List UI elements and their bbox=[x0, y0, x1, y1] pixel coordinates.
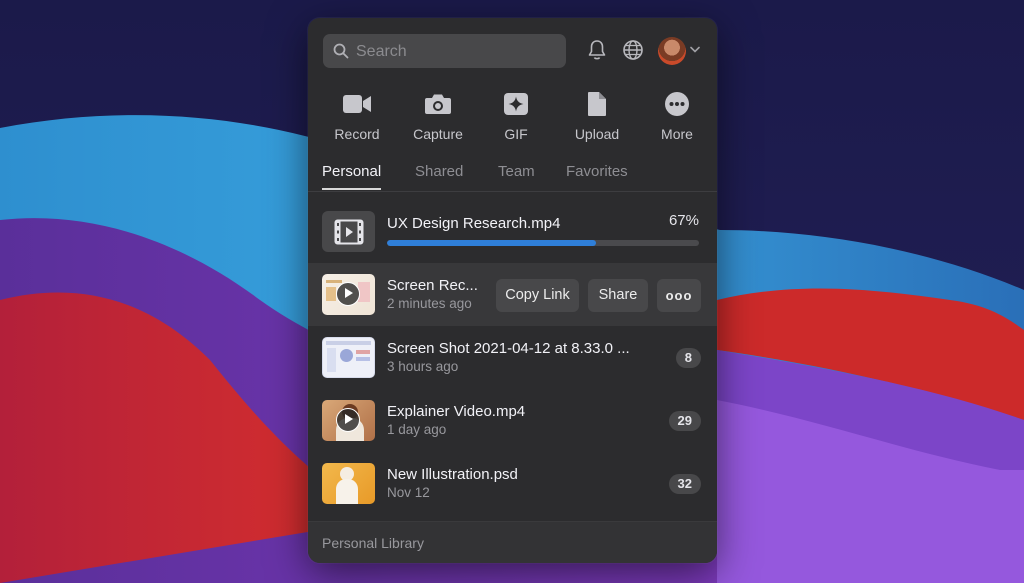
tab-bar: Personal Shared Team Favorites bbox=[308, 163, 717, 192]
search-icon bbox=[333, 43, 349, 59]
item-thumbnail bbox=[322, 274, 375, 315]
more-button[interactable]: More bbox=[637, 90, 717, 142]
film-icon bbox=[334, 219, 363, 244]
item-title: New Illustration.psd bbox=[387, 466, 518, 483]
upload-button[interactable]: Upload bbox=[557, 90, 637, 142]
item-title: Screen Rec... bbox=[387, 277, 478, 294]
search-input[interactable] bbox=[354, 34, 563, 70]
item-more-button[interactable]: ooo bbox=[657, 279, 701, 312]
avatar[interactable] bbox=[658, 37, 686, 65]
tab-personal[interactable]: Personal bbox=[322, 163, 382, 190]
search-box[interactable] bbox=[323, 34, 566, 70]
item-thumbnail bbox=[322, 463, 375, 504]
app-panel: Record Capture GIF bbox=[308, 18, 717, 563]
action-label: Record bbox=[334, 126, 380, 142]
action-bar: Record Capture GIF Upload More bbox=[308, 90, 717, 142]
item-title: Explainer Video.mp4 bbox=[387, 403, 526, 420]
tab-favorites[interactable]: Favorites bbox=[566, 163, 628, 180]
copy-link-button[interactable]: Copy Link bbox=[496, 279, 579, 312]
item-subtitle: 1 day ago bbox=[387, 422, 447, 437]
footer[interactable]: Personal Library bbox=[308, 521, 717, 563]
comment-count-badge: 32 bbox=[668, 474, 701, 494]
upload-thumbnail bbox=[322, 211, 375, 252]
play-icon bbox=[336, 282, 360, 306]
list-item[interactable]: New Illustration.psd Nov 12 32 bbox=[308, 452, 717, 515]
comment-count-badge: 29 bbox=[668, 411, 701, 431]
action-label: More bbox=[661, 126, 693, 142]
comment-count-badge: 8 bbox=[675, 348, 701, 368]
list-item[interactable]: Screen Shot 2021-04-12 at 8.33.0 ... 3 h… bbox=[308, 326, 717, 389]
gif-button[interactable]: GIF bbox=[476, 90, 556, 142]
item-thumbnail bbox=[322, 337, 375, 378]
play-icon bbox=[336, 408, 360, 432]
item-subtitle: 3 hours ago bbox=[387, 359, 459, 374]
sparkle-icon bbox=[504, 93, 528, 115]
upload-progress-bar bbox=[387, 240, 699, 246]
tab-team[interactable]: Team bbox=[498, 163, 535, 180]
item-title: Screen Shot 2021-04-12 at 8.33.0 ... bbox=[387, 340, 630, 357]
item-subtitle: 2 minutes ago bbox=[387, 296, 472, 311]
capture-button[interactable]: Capture bbox=[398, 90, 478, 142]
document-icon bbox=[588, 92, 606, 116]
camera-icon bbox=[425, 94, 451, 114]
globe-icon[interactable] bbox=[622, 39, 644, 61]
upload-progress-row[interactable]: UX Design Research.mp4 67% bbox=[308, 201, 717, 263]
item-subtitle: Nov 12 bbox=[387, 485, 430, 500]
footer-label: Personal Library bbox=[322, 535, 424, 551]
upload-file-name: UX Design Research.mp4 bbox=[387, 215, 561, 232]
action-label: Upload bbox=[574, 126, 620, 142]
tab-shared[interactable]: Shared bbox=[415, 163, 463, 180]
action-label: GIF bbox=[504, 126, 528, 142]
list-item[interactable]: Explainer Video.mp4 1 day ago 29 bbox=[308, 389, 717, 452]
video-camera-icon bbox=[343, 95, 371, 113]
action-label: Capture bbox=[413, 126, 463, 142]
chevron-down-icon[interactable] bbox=[690, 46, 700, 53]
upload-progress-fill bbox=[387, 240, 597, 246]
more-icon bbox=[665, 92, 689, 116]
item-thumbnail bbox=[322, 400, 375, 441]
share-button[interactable]: Share bbox=[588, 279, 648, 312]
upload-percent: 67% bbox=[668, 212, 699, 229]
record-button[interactable]: Record bbox=[317, 90, 397, 142]
list-item[interactable]: Screen Rec... 2 minutes ago Copy Link Sh… bbox=[308, 263, 717, 326]
bell-icon[interactable] bbox=[587, 39, 607, 61]
